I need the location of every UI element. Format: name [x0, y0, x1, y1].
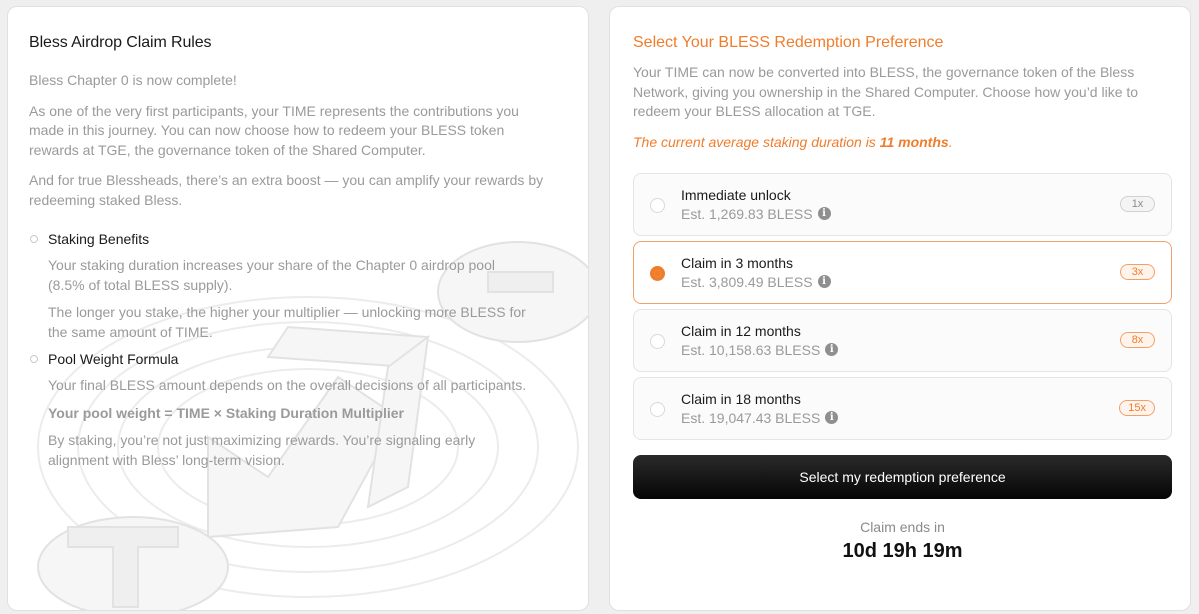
option-estimate: Est. 1,269.83 BLESS i: [681, 206, 831, 222]
redemption-title: Select Your BLESS Redemption Preference: [633, 34, 944, 51]
multiplier-badge: 3x: [1120, 263, 1155, 280]
multiplier-badge: 8x: [1120, 331, 1155, 348]
redemption-panel: Select Your BLESS Redemption Preference …: [609, 6, 1191, 611]
section-text: The longer you stake, the higher your mu…: [48, 304, 526, 340]
option-estimate: Est. 19,047.43 BLESS i: [681, 409, 839, 426]
info-icon[interactable]: i: [825, 343, 839, 356]
radio-button[interactable]: [650, 333, 665, 349]
claim-rules-panel: Bless Airdrop Claim Rules Bless Chapter …: [7, 6, 589, 611]
option-label: Claim in 18 months: [681, 390, 801, 407]
staking-duration-note: The current average staking duration is …: [633, 134, 1169, 150]
claim-ends-label: Claim ends in: [860, 518, 945, 535]
select-preference-button[interactable]: Select my redemption preference: [633, 454, 1172, 499]
redemption-description: Your TIME can now be converted into BLES…: [633, 64, 1139, 119]
note-prefix: The current average staking duration is: [633, 133, 880, 150]
rules-intro-2: As one of the very first participants, y…: [29, 102, 519, 158]
multiplier-badge: 1x: [1120, 195, 1155, 212]
option-label: Immediate unlock: [681, 186, 791, 203]
option-claim-18-months[interactable]: Claim in 18 months Est. 19,047.43 BLESS i…: [633, 376, 1172, 440]
pool-weight-section: Pool Weight Formula Your final BLESS amo…: [29, 349, 548, 470]
info-icon[interactable]: i: [817, 207, 831, 220]
estimate-text: Est. 10,158.63 BLESS: [681, 341, 821, 358]
pool-weight-formula: Your pool weight = TIME × Staking Durati…: [48, 404, 404, 421]
estimate-text: Est. 3,809.49 BLESS: [681, 273, 813, 290]
option-immediate-unlock[interactable]: Immediate unlock Est. 1,269.83 BLESS i 1x: [633, 172, 1172, 236]
note-suffix: .: [948, 133, 953, 150]
bullet-icon: [30, 235, 38, 243]
info-icon[interactable]: i: [817, 275, 831, 288]
countdown-timer: 10d 19h 19m: [842, 539, 963, 562]
option-estimate: Est. 3,809.49 BLESS i: [681, 274, 831, 290]
bullet-icon: [30, 355, 38, 363]
radio-button[interactable]: [650, 401, 665, 417]
radio-button[interactable]: [650, 197, 665, 213]
section-text: By staking, you’re not just maximizing r…: [48, 432, 476, 468]
option-estimate: Est. 10,158.63 BLESS i: [681, 341, 839, 358]
note-value: 11 months: [879, 133, 949, 150]
option-claim-12-months[interactable]: Claim in 12 months Est. 10,158.63 BLESS i…: [633, 308, 1172, 372]
rules-intro-1: Bless Chapter 0 is now complete!: [29, 72, 237, 88]
multiplier-badge: 15x: [1119, 399, 1155, 416]
rules-title: Bless Airdrop Claim Rules: [29, 34, 212, 51]
option-label: Claim in 12 months: [681, 322, 801, 339]
option-label: Claim in 3 months: [681, 254, 794, 271]
staking-benefits-section: Staking Benefits Your staking duration i…: [29, 229, 548, 342]
option-claim-3-months[interactable]: Claim in 3 months Est. 3,809.49 BLESS i 3…: [633, 240, 1172, 304]
section-text: Your final BLESS amount depends on the o…: [48, 377, 527, 393]
section-text: Your staking duration increases your sha…: [48, 257, 495, 293]
section-title: Pool Weight Formula: [48, 351, 179, 367]
estimate-text: Est. 19,047.43 BLESS: [681, 409, 821, 426]
redemption-options: Immediate unlock Est. 1,269.83 BLESS i 1x…: [633, 172, 1172, 440]
radio-button[interactable]: [650, 265, 665, 281]
section-title: Staking Benefits: [48, 231, 150, 247]
estimate-text: Est. 1,269.83 BLESS: [681, 205, 813, 222]
rules-intro-3: And for true Blessheads, there’s an extr…: [29, 172, 544, 208]
info-icon[interactable]: i: [825, 411, 839, 424]
